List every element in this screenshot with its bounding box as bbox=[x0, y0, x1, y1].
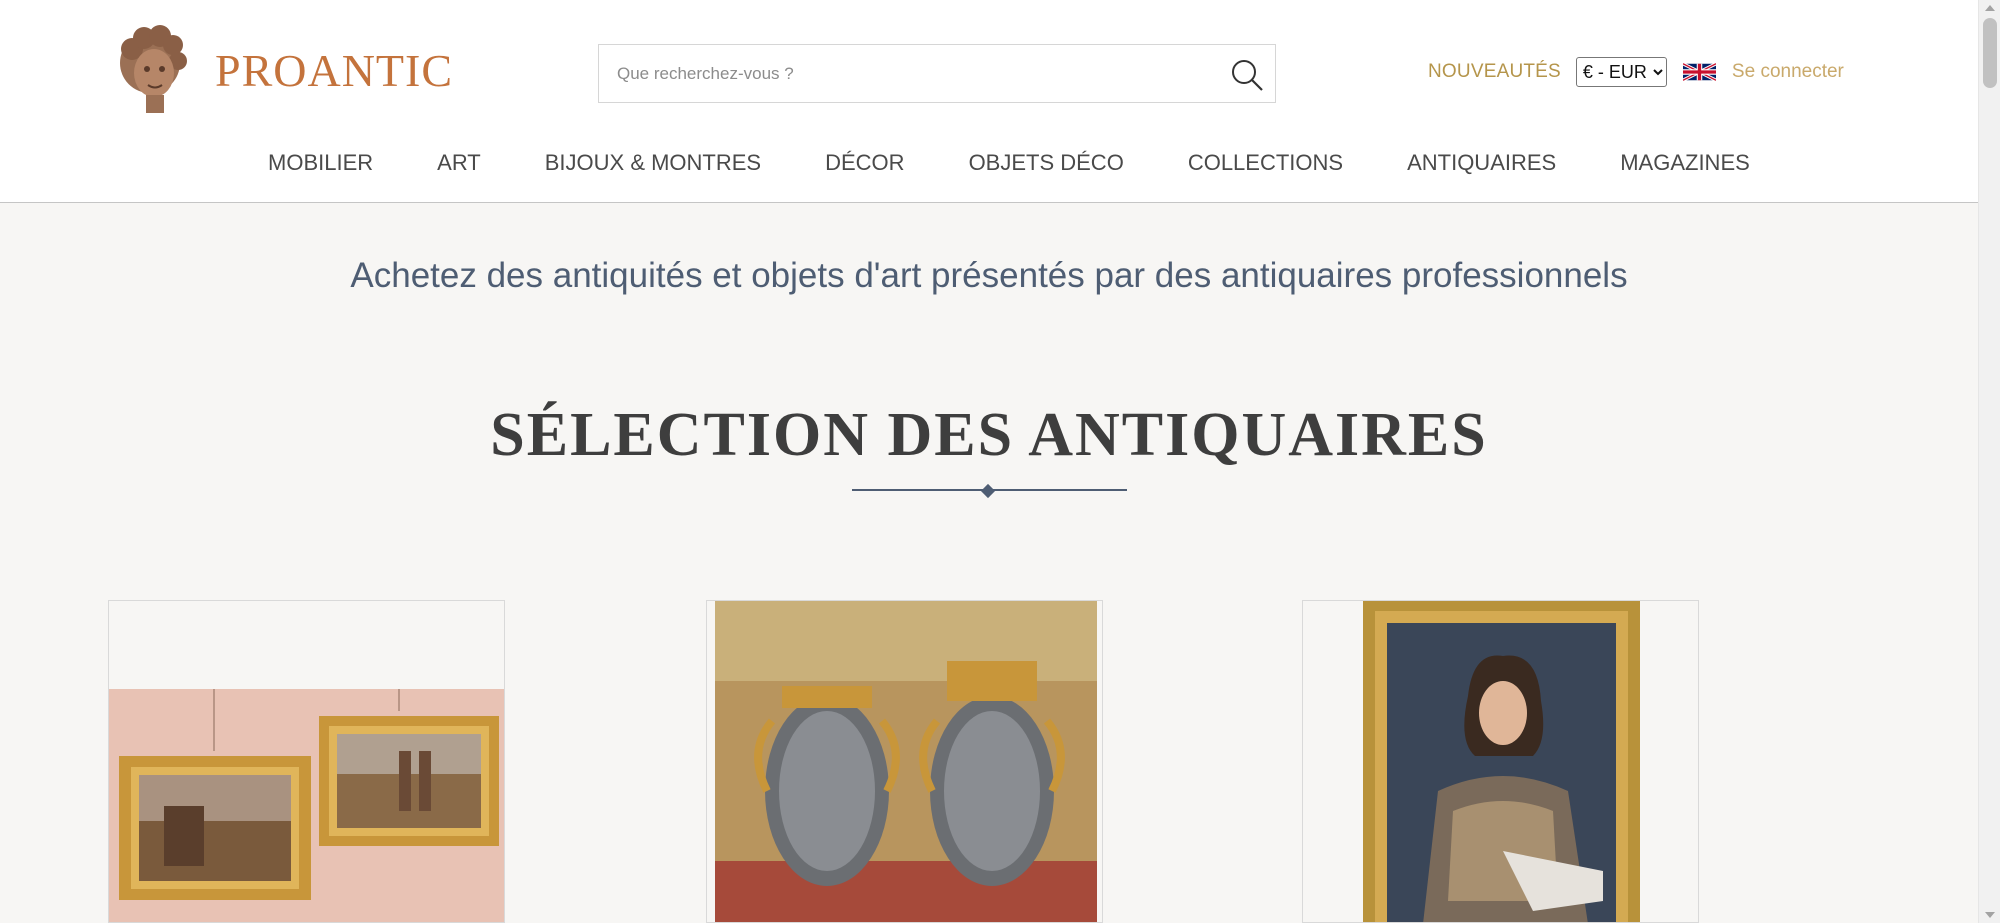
logo-text: PROANTIC bbox=[215, 45, 454, 96]
main-nav: MOBILIER ART BIJOUX & MONTRES DÉCOR OBJE… bbox=[108, 124, 1850, 202]
pair-of-gilt-bronze-mounted-marble-vases bbox=[715, 601, 1097, 922]
nav-item-bijoux-montres[interactable]: BIJOUX & MONTRES bbox=[545, 150, 761, 176]
nav-item-art[interactable]: ART bbox=[437, 150, 481, 176]
uk-flag-icon[interactable] bbox=[1682, 60, 1717, 84]
nav-item-magazines[interactable]: MAGAZINES bbox=[1620, 150, 1750, 176]
product-cards bbox=[108, 600, 1850, 923]
site-header: PROANTIC NOUVEAUTÉS € - EUR Se connecter bbox=[0, 0, 1978, 203]
search-icon[interactable] bbox=[1229, 57, 1265, 93]
tagline: Achetez des antiquités et objets d'art p… bbox=[350, 256, 1628, 295]
nav-item-collections[interactable]: COLLECTIONS bbox=[1188, 150, 1343, 176]
nouveautes-link[interactable]: NOUVEAUTÉS bbox=[1428, 61, 1561, 83]
nav-item-mobilier[interactable]: MOBILIER bbox=[268, 150, 373, 176]
page-scrollbar[interactable] bbox=[1978, 0, 2000, 923]
product-card[interactable] bbox=[1302, 600, 1699, 923]
header-actions: NOUVEAUTÉS € - EUR Se connecter bbox=[1428, 56, 1844, 88]
nav-item-decor[interactable]: DÉCOR bbox=[825, 150, 904, 176]
search-input[interactable] bbox=[599, 45, 1275, 102]
product-card[interactable] bbox=[108, 600, 505, 923]
scroll-down-icon[interactable] bbox=[1985, 912, 1995, 918]
cherub-head-icon bbox=[110, 23, 205, 118]
login-link[interactable]: Se connecter bbox=[1732, 61, 1844, 83]
scroll-up-icon[interactable] bbox=[1985, 5, 1995, 11]
divider-diamond bbox=[980, 483, 996, 499]
section-title: SÉLECTION DES ANTIQUAIRES bbox=[490, 401, 1488, 469]
pair-of-framed-landscape-paintings bbox=[109, 689, 504, 922]
nav-item-objets-deco[interactable]: OBJETS DÉCO bbox=[969, 150, 1124, 176]
portrait-of-young-nobleman-in-armour bbox=[1363, 601, 1640, 922]
currency-select[interactable]: € - EUR bbox=[1575, 57, 1667, 87]
product-card[interactable] bbox=[706, 600, 1103, 923]
scroll-thumb[interactable] bbox=[1983, 18, 1997, 88]
logo-link[interactable]: PROANTIC bbox=[110, 20, 455, 121]
nav-item-antiquaires[interactable]: ANTIQUAIRES bbox=[1407, 150, 1556, 176]
search-box bbox=[598, 44, 1276, 103]
